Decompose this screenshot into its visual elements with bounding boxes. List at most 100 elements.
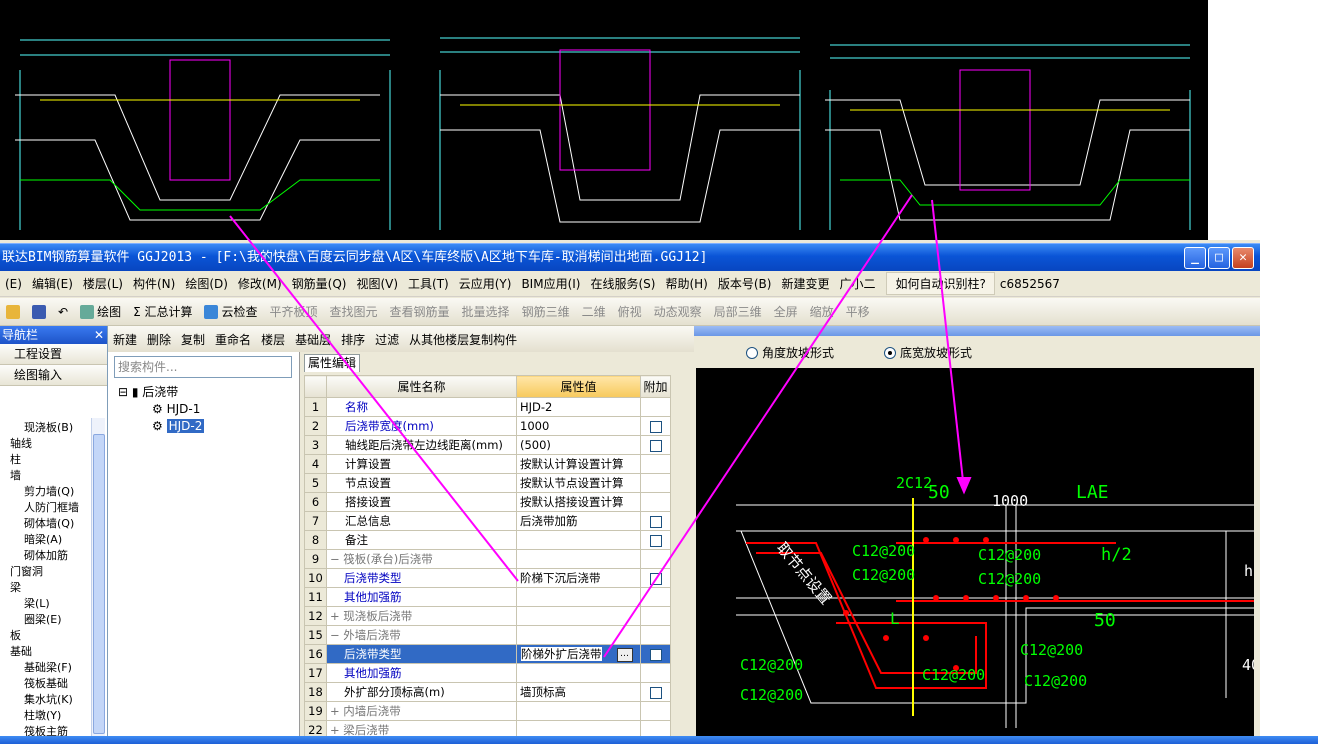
property-value-cell[interactable] bbox=[516, 530, 641, 550]
property-value-cell[interactable]: 按默认搭接设置计算 bbox=[516, 492, 641, 512]
property-value-cell[interactable] bbox=[516, 587, 641, 607]
nav-item[interactable]: 柱墩(Y) bbox=[0, 708, 92, 724]
property-value[interactable]: 1000 bbox=[520, 419, 549, 433]
table-row[interactable]: 4 计算设置 按默认计算设置计算 bbox=[304, 454, 671, 474]
menu-online[interactable]: 在线服务(S) bbox=[585, 275, 660, 292]
menu-tools[interactable]: 工具(T) bbox=[403, 275, 454, 292]
append-checkbox[interactable] bbox=[649, 439, 662, 452]
minimize-button[interactable]: _ bbox=[1184, 247, 1206, 269]
property-value[interactable]: 阶梯下沉后浇带 bbox=[520, 571, 601, 585]
property-value-cell[interactable] bbox=[516, 625, 641, 645]
menu-file[interactable]: (E) bbox=[0, 277, 27, 291]
filter-button[interactable]: 过滤 bbox=[370, 331, 404, 348]
collapse-icon[interactable]: − bbox=[330, 552, 343, 566]
append-checkbox[interactable] bbox=[649, 515, 662, 528]
orbit-button[interactable]: 动态观察 bbox=[648, 303, 708, 320]
radio-angle-slope[interactable]: 角度放坡形式 bbox=[746, 344, 834, 361]
fullscreen-button[interactable]: 全屏 bbox=[768, 303, 804, 320]
property-value-cell[interactable] bbox=[516, 663, 641, 683]
property-value-cell[interactable]: 阶梯下沉后浇带 bbox=[516, 568, 641, 588]
nav-close-icon[interactable]: ✕ bbox=[94, 326, 104, 344]
property-value-cell[interactable]: 后浇带加筋 bbox=[516, 511, 641, 531]
ellipsis-button[interactable]: … bbox=[616, 647, 633, 662]
menu-component[interactable]: 构件(N) bbox=[128, 275, 180, 292]
expand-icon[interactable]: + bbox=[330, 723, 343, 737]
draw-button[interactable]: 绘图 bbox=[74, 303, 127, 320]
search-input[interactable]: 搜索构件... bbox=[114, 356, 292, 378]
table-row[interactable]: 9− 筏板(承台)后浇带 bbox=[304, 549, 671, 569]
property-value-cell[interactable] bbox=[516, 701, 641, 721]
property-value-cell[interactable]: HJD-2 bbox=[516, 397, 641, 417]
component-item-hjd2[interactable]: ⚙ HJD-2 bbox=[118, 418, 205, 435]
nav-item[interactable]: 砌体加筋 bbox=[0, 548, 92, 564]
property-value-cell[interactable]: 按默认节点设置计算 bbox=[516, 473, 641, 493]
nav-folder[interactable]: 门窗洞 bbox=[0, 564, 92, 580]
property-value[interactable]: HJD-2 bbox=[520, 400, 552, 414]
align-slab-top-button[interactable]: 平齐板顶 bbox=[264, 303, 324, 320]
property-value[interactable]: 阶梯外扩后浇带 bbox=[520, 646, 603, 662]
menu-floor[interactable]: 楼层(L) bbox=[78, 275, 128, 292]
radio-bottom-width-slope[interactable]: 底宽放坡形式 bbox=[884, 344, 972, 361]
append-checkbox[interactable] bbox=[649, 686, 662, 699]
nav-folder[interactable]: 梁 bbox=[0, 580, 92, 596]
append-checkbox[interactable] bbox=[649, 534, 662, 547]
property-value-cell[interactable]: 按默认计算设置计算 bbox=[516, 454, 641, 474]
property-value[interactable]: 墙顶标高 bbox=[520, 685, 566, 699]
property-value-cell[interactable] bbox=[516, 606, 641, 626]
property-value[interactable]: 按默认节点设置计算 bbox=[520, 476, 624, 490]
property-value-cell[interactable]: 墙顶标高 bbox=[516, 682, 641, 702]
close-button[interactable]: ✕ bbox=[1232, 247, 1254, 269]
property-value-cell[interactable] bbox=[516, 549, 641, 569]
property-value[interactable]: 按默认搭接设置计算 bbox=[520, 495, 624, 509]
menu-bim[interactable]: BIM应用(I) bbox=[516, 275, 585, 292]
calculate-button[interactable]: Σ 汇总计算 bbox=[127, 303, 198, 320]
table-row[interactable]: 8 备注 bbox=[304, 530, 671, 550]
drawing-input-button[interactable]: 绘图输入 bbox=[0, 365, 107, 386]
property-value[interactable]: (500) bbox=[520, 438, 551, 452]
copy-from-floor-button[interactable]: 从其他楼层复制构件 bbox=[404, 331, 522, 348]
zoom-button[interactable]: 缩放 bbox=[804, 303, 840, 320]
table-row[interactable]: 16 后浇带类型 阶梯外扩后浇带… bbox=[304, 644, 671, 664]
table-row[interactable]: 1 名称 HJD-2 bbox=[304, 397, 671, 417]
menu-edit[interactable]: 编辑(E) bbox=[27, 275, 78, 292]
sort-button[interactable]: 排序 bbox=[336, 331, 370, 348]
append-checkbox[interactable] bbox=[649, 420, 662, 433]
property-value-cell[interactable]: 阶梯外扩后浇带 … bbox=[516, 644, 641, 664]
nav-item[interactable]: 剪力墙(Q) bbox=[0, 484, 92, 500]
table-row[interactable]: 17 其他加强筋 bbox=[304, 663, 671, 683]
tab-property-edit[interactable]: 属性编辑 bbox=[304, 354, 360, 372]
table-row[interactable]: 15− 外墙后浇带 bbox=[304, 625, 671, 645]
menu-guangxiaoer[interactable]: 广小二 bbox=[834, 275, 880, 292]
menu-view[interactable]: 视图(V) bbox=[351, 275, 403, 292]
nav-item[interactable]: 集水坑(K) bbox=[0, 692, 92, 708]
help-question-link[interactable]: 如何自动识别柱? bbox=[886, 272, 995, 295]
menu-draw[interactable]: 绘图(D) bbox=[180, 275, 233, 292]
rename-button[interactable]: 重命名 bbox=[210, 331, 256, 348]
maximize-button[interactable]: □ bbox=[1208, 247, 1230, 269]
tree-root-post-cast-strip[interactable]: ⊟ ▮ 后浇带 bbox=[118, 384, 204, 401]
property-value-cell[interactable]: (500) bbox=[516, 435, 641, 455]
delete-button[interactable]: 删除 bbox=[142, 331, 176, 348]
copy-button[interactable]: 复制 bbox=[176, 331, 210, 348]
property-value[interactable]: 按默认计算设置计算 bbox=[520, 457, 624, 471]
table-row[interactable]: 7 汇总信息 后浇带加筋 bbox=[304, 511, 671, 531]
nav-item[interactable]: 基础梁(F) bbox=[0, 660, 92, 676]
nav-item[interactable]: 砌体墙(Q) bbox=[0, 516, 92, 532]
table-row[interactable]: 18 外扩部分顶标高(m) 墙顶标高 bbox=[304, 682, 671, 702]
nav-item[interactable]: 筏板基础 bbox=[0, 676, 92, 692]
local-3d-button[interactable]: 局部三维 bbox=[708, 303, 768, 320]
nav-folder[interactable]: 柱 bbox=[0, 452, 92, 468]
floor-select[interactable]: 基础层 bbox=[290, 331, 336, 348]
menu-help[interactable]: 帮助(H) bbox=[660, 275, 712, 292]
collapse-icon[interactable]: − bbox=[330, 628, 343, 642]
save-icon[interactable] bbox=[26, 304, 52, 319]
table-row[interactable]: 19 + 内墙后浇带 bbox=[304, 701, 671, 721]
rebar-3d-button[interactable]: 钢筋三维 bbox=[516, 303, 576, 320]
nav-scrollbar[interactable] bbox=[91, 418, 105, 744]
table-row[interactable]: 3 轴线距后浇带左边线距离(mm) (500) bbox=[304, 435, 671, 455]
pan-button[interactable]: 平移 bbox=[840, 303, 876, 320]
menu-modify[interactable]: 修改(M) bbox=[233, 275, 287, 292]
menu-rebar-quantity[interactable]: 钢筋量(Q) bbox=[287, 275, 352, 292]
nav-folder[interactable]: 板 bbox=[0, 628, 92, 644]
view-rebar-button[interactable]: 查看钢筋量 bbox=[384, 303, 456, 320]
